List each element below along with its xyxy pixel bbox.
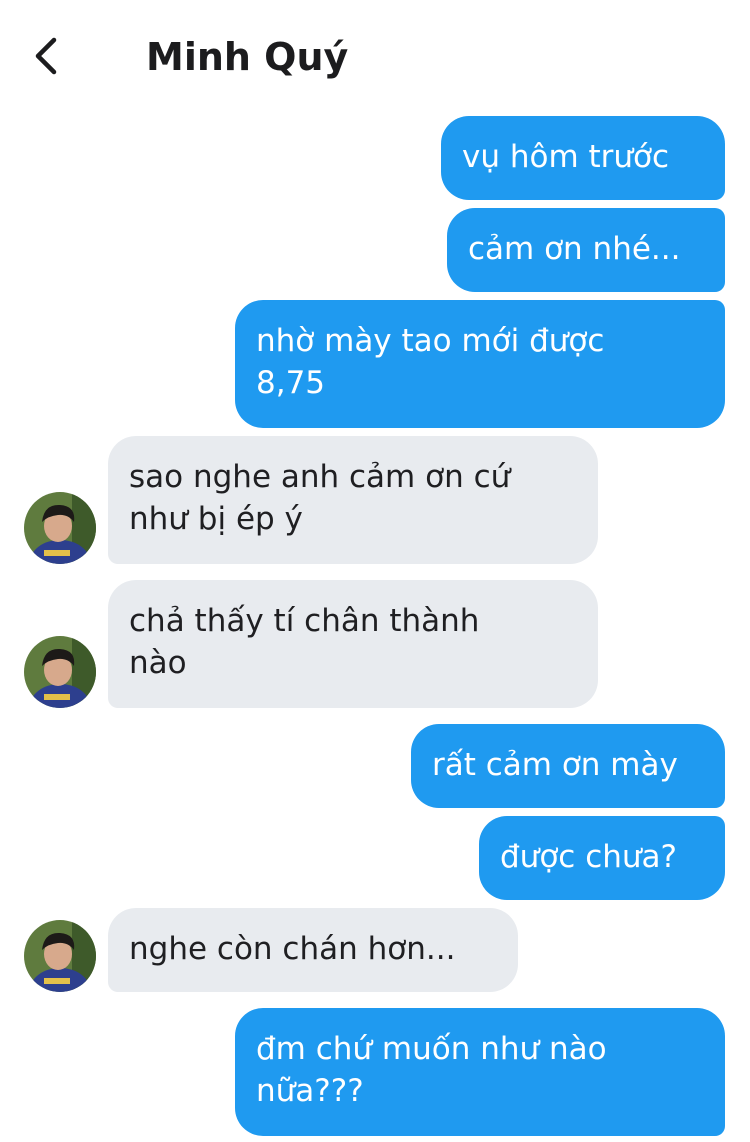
message-text-line: vụ hôm trước: [462, 139, 670, 175]
contact-avatar[interactable]: [24, 920, 96, 992]
message-text-line: chả thấy tí chân thành: [129, 603, 480, 639]
message-bubble-outgoing[interactable]: đm chứ muốn như nào nữa???: [235, 1008, 725, 1136]
message-text-line: đm chứ muốn như nào: [256, 1031, 607, 1067]
contact-avatar[interactable]: [24, 492, 96, 564]
message-text-line: nào: [129, 645, 187, 681]
message-text-line: nghe còn chán hơn...: [129, 931, 456, 967]
message-bubble-outgoing[interactable]: rất cảm ơn mày: [411, 724, 725, 808]
message-bubble-incoming[interactable]: sao nghe anh cảm ơn cứ như bị ép ý: [108, 436, 598, 564]
message-text-line: rất cảm ơn mày: [432, 747, 678, 783]
message-text-line: như bị ép ý: [129, 501, 303, 537]
message-text-line: 8,75: [256, 365, 326, 401]
message-text-line: sao nghe anh cảm ơn cứ: [129, 459, 511, 495]
message-text-line: nữa???: [256, 1073, 364, 1109]
message-bubble-outgoing[interactable]: được chưa?: [479, 816, 725, 900]
message-text-line: được chưa?: [500, 839, 677, 875]
message-bubble-incoming[interactable]: chả thấy tí chân thành nào: [108, 580, 598, 708]
message-bubble-outgoing[interactable]: vụ hôm trước: [441, 116, 725, 200]
message-bubble-outgoing[interactable]: nhờ mày tao mới được 8,75: [235, 300, 725, 428]
message-text-line: cảm ơn nhé...: [468, 231, 681, 267]
chat-header: Minh Quý: [0, 0, 750, 110]
chevron-left-icon[interactable]: [28, 34, 68, 78]
message-bubble-outgoing[interactable]: cảm ơn nhé...: [447, 208, 725, 292]
contact-avatar[interactable]: [24, 636, 96, 708]
message-text-line: nhờ mày tao mới được: [256, 323, 605, 359]
contact-name[interactable]: Minh Quý: [146, 32, 348, 82]
message-bubble-incoming[interactable]: nghe còn chán hơn...: [108, 908, 518, 992]
